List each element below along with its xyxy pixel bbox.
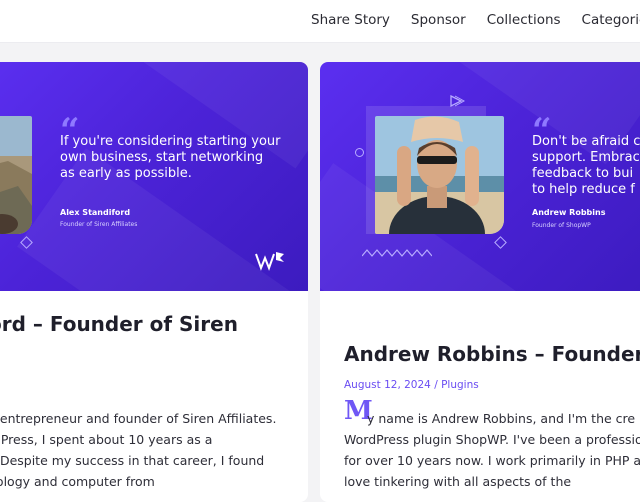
post-card-alex-standiford[interactable]: “ If you're considering starting your ow…: [0, 62, 308, 502]
post-card-andrew-robbins[interactable]: “ Don't be afraid c support. Embrac feed…: [320, 62, 640, 502]
quote-line: own business, start networking: [60, 150, 264, 165]
post-excerpt-line: love tinkering with all aspects of the: [344, 474, 572, 489]
diamond-decoration: [494, 236, 507, 249]
post-meta: August 12, 2024 / Plugins: [344, 379, 479, 391]
play-triangle-icon: [450, 94, 465, 108]
zigzag-decoration: [362, 249, 432, 257]
quote-line: to help reduce f: [532, 182, 635, 197]
post-excerpt-line: y name is Andrew Robbins, and I'm the cr…: [367, 411, 636, 426]
post-excerpt-line: rdPress, I spent about 10 years as a: [0, 432, 213, 447]
post-excerpt-line: for over 10 years now. I work primarily …: [344, 453, 640, 468]
nav-categories-label: Categories: [581, 12, 640, 28]
post-banner-image[interactable]: “ If you're considering starting your ow…: [0, 62, 308, 291]
post-excerpt-line: WordPress plugin ShopWP. I've been a pro…: [344, 432, 640, 447]
post-title[interactable]: Andrew Robbins – Founder o: [344, 342, 640, 366]
quote-line: Don't be afraid c: [532, 134, 640, 149]
author-name: Alex Standiford: [60, 208, 131, 217]
wp-logo-icon: [255, 252, 284, 271]
quote-line: feedback to bui: [532, 166, 634, 181]
quote-line: support. Embrac: [532, 150, 640, 165]
post-banner-image[interactable]: “ Don't be afraid c support. Embrac feed…: [320, 62, 640, 291]
post-category-link[interactable]: Plugins: [441, 379, 479, 391]
landscape-photo: [0, 116, 32, 234]
nav-share-story[interactable]: Share Story: [311, 12, 390, 28]
author-role: Founder of ShopWP: [532, 222, 591, 229]
post-excerpt-line: nology and computer from: [0, 474, 155, 489]
author-photo: [375, 116, 504, 234]
main-nav: Share Story Sponsor Collections Categori…: [311, 12, 640, 28]
post-excerpt-line: n entrepreneur and founder of Siren Affi…: [0, 411, 277, 426]
nav-sponsor[interactable]: Sponsor: [411, 12, 466, 28]
quote-line: If you're considering starting your: [60, 134, 281, 149]
author-name: Andrew Robbins: [532, 208, 606, 217]
meta-separator: /: [434, 379, 438, 391]
top-navigation-bar: Share Story Sponsor Collections Categori…: [0, 0, 640, 43]
quote-line: as early as possible.: [60, 166, 192, 181]
author-role: Founder of Siren Affiliates: [60, 221, 138, 228]
nav-categories[interactable]: Categories⌄: [582, 12, 640, 28]
post-title[interactable]: ord – Founder of Siren: [0, 312, 238, 336]
person-photo: [375, 116, 504, 234]
author-photo: [0, 116, 32, 234]
nav-collections[interactable]: Collections: [487, 12, 561, 28]
post-excerpt-line: r. Despite my success in that career, I …: [0, 453, 265, 468]
circle-decoration: [355, 148, 364, 157]
post-date: August 12, 2024: [344, 379, 431, 391]
